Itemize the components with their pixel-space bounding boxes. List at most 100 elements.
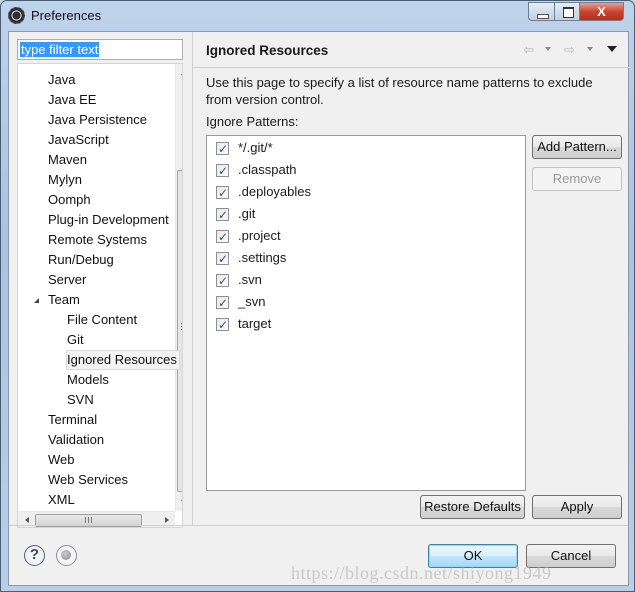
footer-divider <box>9 525 628 526</box>
vertical-scroll-thumb[interactable] <box>177 170 182 492</box>
tree-item-label: JavaScript <box>48 132 109 147</box>
tree-item-label: XML <box>48 492 75 507</box>
pattern-label: target <box>238 316 272 331</box>
pattern-label: .deployables <box>238 184 311 199</box>
tree-item[interactable]: Maven <box>34 150 87 170</box>
preferences-window: Preferences X type filter text Java Java … <box>0 0 635 592</box>
collapsed-arrow-icon[interactable] <box>34 195 40 205</box>
pattern-label: .git <box>238 206 256 221</box>
tree-item[interactable]: Mylyn <box>34 170 82 190</box>
tree-item[interactable]: Plug-in Development <box>34 210 169 230</box>
collapsed-arrow-icon[interactable] <box>34 415 40 425</box>
back-history-dropdown-icon[interactable] <box>545 47 551 51</box>
collapsed-arrow-icon[interactable] <box>53 395 59 405</box>
collapsed-arrow-icon[interactable] <box>34 75 40 85</box>
filter-input[interactable]: type filter text <box>17 39 183 60</box>
tree-item-label: Mylyn <box>48 172 82 187</box>
tree-item-label: Server <box>48 272 87 287</box>
tree-item-label: Validation <box>48 432 105 447</box>
tree-item[interactable]: Java <box>34 70 76 90</box>
expanded-arrow-icon[interactable] <box>34 298 39 303</box>
apply-button[interactable]: Apply <box>532 495 622 519</box>
view-menu-icon[interactable] <box>607 46 617 52</box>
tree-item[interactable]: Java EE <box>34 90 97 110</box>
tree-item[interactable]: File Content <box>67 310 137 330</box>
pattern-label: */.git/* <box>238 140 273 155</box>
minimize-button[interactable] <box>528 2 555 21</box>
collapsed-arrow-icon[interactable] <box>34 175 40 185</box>
collapsed-arrow-icon[interactable] <box>34 455 40 465</box>
tree-item[interactable]: Models <box>67 370 109 390</box>
scroll-left-arrow-icon[interactable] <box>25 517 29 523</box>
pattern-checkbox[interactable] <box>216 270 229 292</box>
tree-item-label: Web Services <box>48 472 128 487</box>
forward-arrow-icon[interactable]: ⇨ <box>564 42 575 58</box>
collapsed-arrow-icon[interactable] <box>34 135 40 145</box>
pattern-checkbox[interactable] <box>216 182 229 204</box>
pattern-checkbox[interactable] <box>216 292 229 314</box>
tree-item[interactable]: Web Services <box>34 470 128 490</box>
close-button[interactable]: X <box>579 2 624 21</box>
tree-item[interactable]: Validation <box>48 430 104 450</box>
tree-item[interactable]: XML <box>34 490 75 510</box>
collapsed-arrow-icon[interactable] <box>34 155 40 165</box>
tree-item[interactable]: Ignored Resources <box>66 350 180 370</box>
pane-divider[interactable] <box>192 32 193 525</box>
tree-item-label: Models <box>67 372 109 387</box>
ignore-patterns-list[interactable]: */.git/* .classpath .deployables .git .proje… <box>206 135 526 491</box>
collapsed-arrow-icon[interactable] <box>34 275 40 285</box>
tree-item-label: Oomph <box>48 192 91 207</box>
forward-history-dropdown-icon[interactable] <box>587 47 593 51</box>
pattern-checkbox[interactable] <box>216 226 229 248</box>
tree-item[interactable]: SVN <box>53 390 94 410</box>
tree-vertical-scrollbar[interactable] <box>175 64 182 511</box>
grip-icon <box>85 517 92 523</box>
tree-item[interactable]: Run/Debug <box>34 250 114 270</box>
pattern-checkbox[interactable] <box>216 314 229 336</box>
collapsed-arrow-icon[interactable] <box>53 335 59 345</box>
scroll-down-arrow-icon[interactable] <box>181 500 182 504</box>
tree-item-label: Java EE <box>48 92 97 107</box>
tree-item[interactable]: JavaScript <box>34 130 109 150</box>
tree-item-label: Web <box>48 452 75 467</box>
tree-item[interactable]: Team <box>34 290 80 310</box>
tree-item[interactable]: Java Persistence <box>34 110 147 130</box>
page-header: Ignored Resources ⇨ ⇨ <box>193 32 629 68</box>
help-icon[interactable]: ? <box>24 545 45 566</box>
pattern-checkbox[interactable] <box>216 160 229 182</box>
scroll-right-arrow-icon[interactable] <box>165 517 169 523</box>
record-macro-icon[interactable] <box>56 545 77 566</box>
collapsed-arrow-icon[interactable] <box>34 115 40 125</box>
maximize-button[interactable] <box>554 2 580 21</box>
tree-item[interactable]: Web <box>34 450 75 470</box>
watermark: https://blog.csdn.net/shiyong1949 <box>291 563 552 583</box>
tree-item[interactable]: Terminal <box>34 410 98 430</box>
preferences-tree[interactable]: Java Java EE Java Persistence JavaScript Mav… <box>17 63 183 528</box>
tree-item[interactable]: Remote Systems <box>34 230 147 250</box>
scroll-up-arrow-icon[interactable] <box>181 71 182 75</box>
tree-item[interactable]: Server <box>34 270 87 290</box>
tree-item-label: Ignored Resources <box>67 352 177 367</box>
collapsed-arrow-icon[interactable] <box>34 95 40 105</box>
tree-item-label: Remote Systems <box>48 232 147 247</box>
tree-item-label: SVN <box>67 392 94 407</box>
collapsed-arrow-icon[interactable] <box>34 475 40 485</box>
tree-item[interactable]: Oomph <box>34 190 91 210</box>
add-pattern-button[interactable]: Add Pattern... <box>532 135 622 159</box>
collapsed-arrow-icon[interactable] <box>34 235 40 245</box>
collapsed-arrow-icon[interactable] <box>34 495 40 505</box>
pattern-checkbox[interactable] <box>216 248 229 270</box>
pattern-checkbox[interactable] <box>216 204 229 226</box>
remove-button[interactable]: Remove <box>532 167 622 191</box>
restore-defaults-button[interactable]: Restore Defaults <box>420 495 525 519</box>
tree-item-label: Terminal <box>48 412 98 427</box>
title-bar[interactable]: Preferences X <box>1 1 634 31</box>
window-title: Preferences <box>31 8 102 23</box>
tree-item-label: File Content <box>67 312 138 327</box>
tree-item-label: Java <box>48 72 76 87</box>
tree-item[interactable]: Git <box>53 330 84 350</box>
pattern-checkbox[interactable] <box>216 138 229 160</box>
collapsed-arrow-icon[interactable] <box>34 255 40 265</box>
back-arrow-icon[interactable]: ⇨ <box>523 42 534 58</box>
collapsed-arrow-icon[interactable] <box>34 215 40 225</box>
